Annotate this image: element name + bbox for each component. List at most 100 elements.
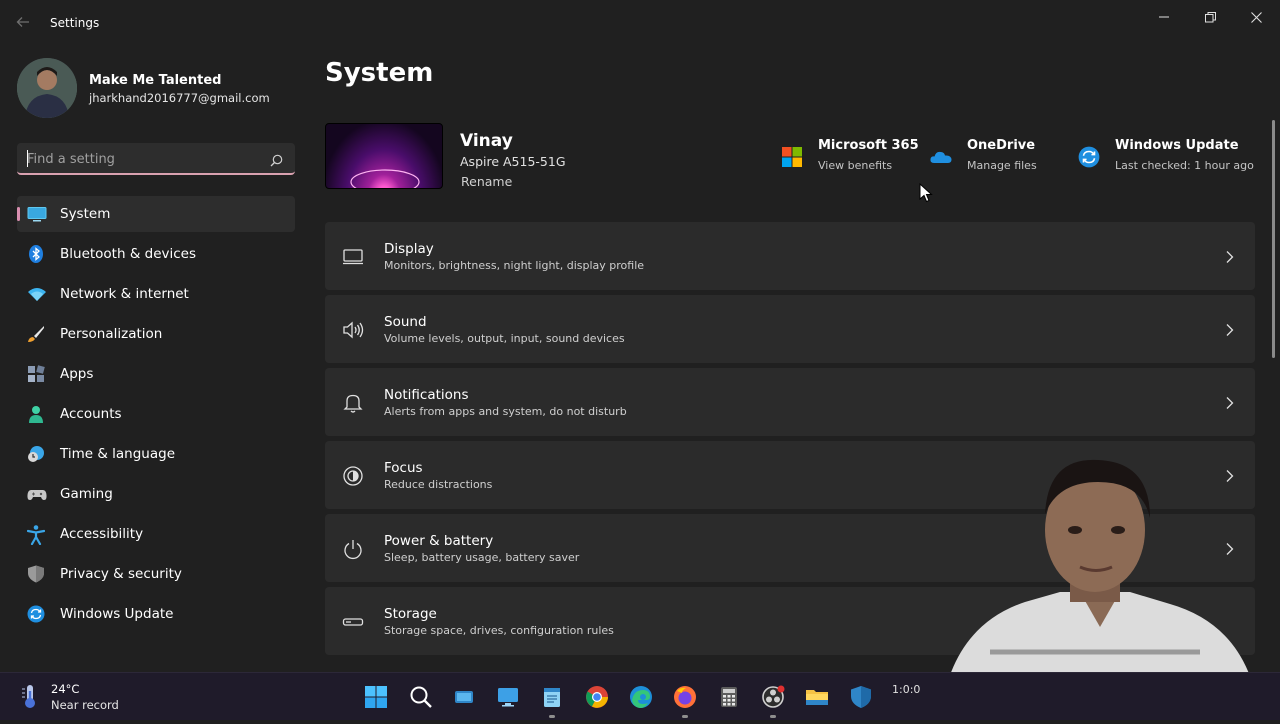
wifi-icon	[27, 285, 46, 303]
update-icon	[1078, 146, 1100, 168]
restore-button[interactable]	[1187, 6, 1233, 28]
chevron-right-icon	[1225, 395, 1235, 409]
obs-recorder-icon[interactable]	[761, 685, 785, 709]
sidebar-item-accessibility[interactable]: Accessibility	[17, 516, 295, 552]
card-subtitle: Sleep, battery usage, battery saver	[384, 551, 580, 564]
page-title: System	[325, 58, 434, 88]
mouse-cursor-icon	[919, 182, 933, 203]
apps-icon	[27, 365, 45, 383]
settings-card-notifications[interactable]: Notifications Alerts from apps and syste…	[325, 368, 1255, 436]
card-title: Display	[384, 241, 434, 257]
update-icon	[27, 605, 45, 623]
quick-link-title: Microsoft 365	[818, 138, 919, 153]
close-button[interactable]	[1233, 6, 1279, 28]
running-indicator	[682, 715, 688, 718]
chevron-right-icon	[1225, 322, 1235, 336]
device-model: Aspire A515-51G	[460, 154, 566, 169]
sidebar-item-label: Apps	[60, 366, 94, 382]
taskbar-clock[interactable]: 1:0:0	[892, 683, 920, 696]
sidebar-item-label: Time & language	[60, 446, 176, 462]
firefox-icon[interactable]	[673, 685, 697, 709]
cloud-icon	[930, 146, 952, 168]
rename-link[interactable]: Rename	[461, 174, 512, 189]
settings-card-display[interactable]: Display Monitors, brightness, night ligh…	[325, 222, 1255, 290]
card-subtitle: Volume levels, output, input, sound devi…	[384, 332, 625, 345]
sidebar-item-time-language[interactable]: Time & language	[17, 436, 295, 472]
sidebar-item-accounts[interactable]: Accounts	[17, 396, 295, 432]
sidebar-item-gaming[interactable]: Gaming	[17, 476, 295, 512]
minimize-button[interactable]	[1141, 6, 1187, 28]
edge-icon[interactable]	[629, 685, 653, 709]
sidebar-nav: System Bluetooth & devices Network & int…	[17, 196, 295, 636]
sidebar-item-apps[interactable]: Apps	[17, 356, 295, 392]
quick-link-subtitle: Manage files	[967, 159, 1037, 172]
gamepad-icon	[27, 485, 47, 503]
sidebar-item-label: Network & internet	[60, 286, 189, 302]
accessibility-icon	[26, 525, 46, 546]
search-icon[interactable]	[270, 152, 283, 167]
bluetooth-icon	[27, 245, 45, 263]
speaker-icon	[342, 319, 364, 341]
person-icon	[27, 405, 45, 423]
sidebar-item-system[interactable]: System	[17, 196, 295, 232]
scrollbar-thumb[interactable]	[1272, 120, 1275, 358]
chrome-icon[interactable]	[585, 685, 609, 709]
sidebar-item-label: Personalization	[60, 326, 163, 342]
thermometer-icon[interactable]	[20, 683, 40, 709]
shield-icon	[27, 565, 45, 583]
remote-desktop-icon[interactable]	[496, 685, 520, 709]
file-explorer-icon[interactable]	[805, 685, 829, 709]
avatar[interactable]	[17, 58, 77, 118]
sidebar-item-network[interactable]: Network & internet	[17, 276, 295, 312]
profile-name: Make Me Talented	[89, 73, 222, 88]
microsoft-logo-icon	[781, 146, 803, 168]
notepad-icon[interactable]	[540, 685, 564, 709]
quick-link-title: OneDrive	[967, 138, 1036, 153]
search-box[interactable]	[17, 143, 295, 175]
sidebar-item-label: Windows Update	[60, 606, 174, 622]
sidebar-item-windows-update[interactable]: Windows Update	[17, 596, 295, 632]
card-subtitle: Monitors, brightness, night light, displ…	[384, 259, 645, 272]
sidebar-item-bluetooth[interactable]: Bluetooth & devices	[17, 236, 295, 272]
sidebar-item-label: Accessibility	[60, 526, 144, 542]
card-title: Sound	[384, 314, 427, 330]
sidebar-item-label: Accounts	[60, 406, 122, 422]
display-icon	[342, 246, 364, 268]
sidebar-item-label: Bluetooth & devices	[60, 246, 197, 262]
app-title: Settings	[50, 16, 100, 30]
start-button[interactable]	[364, 685, 388, 709]
title-bar: Settings	[0, 0, 1280, 48]
windows-security-icon[interactable]	[849, 685, 873, 709]
weather-description[interactable]: Near record	[51, 698, 119, 712]
calculator-icon[interactable]	[717, 685, 741, 709]
device-name: Vinay	[460, 131, 513, 151]
quick-link-windows-update[interactable]: Windows Update Last checked: 1 hour ago	[1078, 138, 1258, 178]
storage-icon	[342, 611, 364, 633]
sidebar-item-label: System	[60, 206, 111, 222]
running-indicator	[770, 715, 776, 718]
power-icon	[342, 538, 364, 560]
quick-link-onedrive[interactable]: OneDrive Manage files	[930, 138, 1060, 178]
running-indicator	[549, 715, 555, 718]
task-view-icon[interactable]	[452, 685, 476, 709]
search-input[interactable]	[27, 149, 257, 169]
brush-icon	[27, 325, 45, 343]
taskbar-search-icon[interactable]	[409, 685, 433, 709]
back-arrow-icon[interactable]	[16, 14, 36, 34]
settings-card-sound[interactable]: Sound Volume levels, output, input, soun…	[325, 295, 1255, 363]
quick-link-title: Windows Update	[1115, 138, 1239, 153]
weather-temperature[interactable]: 24°C	[51, 682, 79, 696]
sidebar-item-privacy-security[interactable]: Privacy & security	[17, 556, 295, 592]
card-title: Storage	[384, 606, 437, 622]
sidebar-item-personalization[interactable]: Personalization	[17, 316, 295, 352]
quick-link-subtitle: Last checked: 1 hour ago	[1115, 159, 1254, 172]
chevron-right-icon	[1225, 249, 1235, 263]
text-caret	[27, 150, 28, 167]
card-subtitle: Alerts from apps and system, do not dist…	[384, 405, 627, 418]
card-title: Power & battery	[384, 533, 494, 549]
profile-email: jharkhand2016777@gmail.com	[89, 91, 270, 105]
sidebar-item-label: Gaming	[60, 486, 113, 502]
quick-link-microsoft-365[interactable]: Microsoft 365 View benefits	[781, 138, 921, 178]
sidebar-item-label: Privacy & security	[60, 566, 182, 582]
bell-icon	[342, 392, 364, 414]
